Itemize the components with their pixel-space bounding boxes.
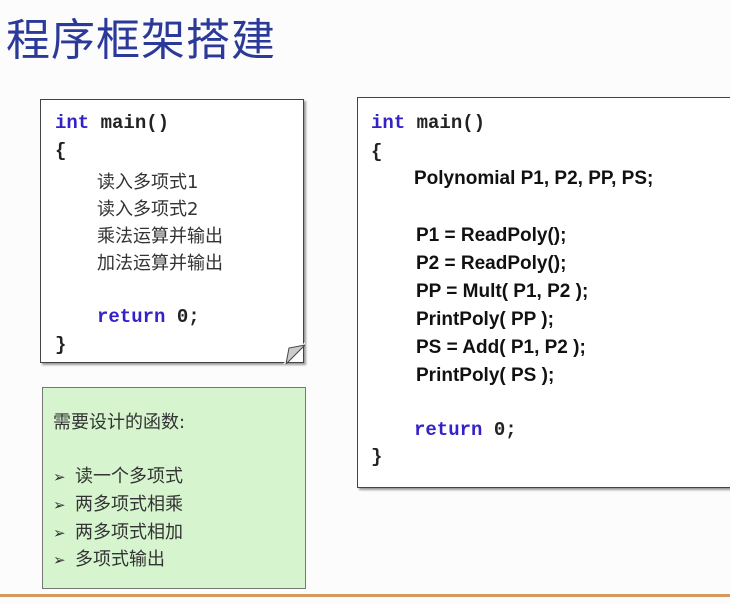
footer-divider	[0, 594, 730, 597]
main-name: main()	[416, 112, 486, 134]
step: 读入多项式1	[97, 172, 199, 193]
main-signature: int main()	[371, 112, 485, 134]
step: 读入多项式2	[97, 199, 199, 220]
statement: P1 = ReadPoly();	[416, 225, 567, 246]
functions-heading: 需要设计的函数:	[53, 412, 186, 433]
step: 加法运算并输出	[97, 253, 223, 274]
list-item-label: 读一个多项式	[75, 466, 183, 487]
page-fold-icon	[283, 342, 305, 364]
statement: PP = Mult( P1, P2 );	[416, 281, 589, 302]
step: 乘法运算并输出	[97, 226, 223, 247]
close-brace: }	[371, 446, 383, 468]
list-item: ➢ 两多项式相加	[53, 518, 183, 544]
return-value: 0;	[176, 306, 200, 328]
statement: PrintPoly( PP );	[416, 309, 554, 330]
arrow-bullet-icon: ➢	[53, 551, 66, 569]
list-item: ➢ 两多项式相乘	[53, 490, 183, 516]
list-item: ➢ 多项式输出	[53, 545, 165, 571]
return-value: 0;	[493, 419, 517, 441]
keyword-int: int	[371, 112, 406, 134]
pseudo-code-box: int main() { 读入多项式1 读入多项式2 乘法运算并输出 加法运算并…	[40, 99, 305, 364]
functions-box: 需要设计的函数: ➢ 读一个多项式 ➢ 两多项式相乘 ➢ 两多项式相加 ➢ 多项式输出	[42, 387, 306, 589]
declaration: Polynomial P1, P2, PP, PS;	[414, 168, 654, 189]
statement: PrintPoly( PS );	[416, 365, 555, 386]
keyword-int: int	[55, 112, 90, 134]
arrow-bullet-icon: ➢	[53, 524, 66, 542]
arrow-bullet-icon: ➢	[53, 496, 66, 514]
list-item-label: 两多项式相乘	[75, 494, 183, 515]
statement: P2 = ReadPoly();	[416, 253, 567, 274]
open-brace: {	[55, 140, 67, 162]
main-name: main()	[100, 112, 170, 134]
main-signature: int main()	[55, 112, 169, 134]
return-statement: return 0;	[97, 306, 200, 328]
keyword-return: return	[97, 306, 166, 328]
list-item-label: 两多项式相加	[75, 522, 183, 543]
statement: PS = Add( P1, P2 );	[416, 337, 586, 358]
return-statement: return 0;	[414, 419, 517, 441]
close-brace: }	[55, 334, 67, 356]
c-code-box: int main() { Polynomial P1, P2, PP, PS; …	[357, 97, 730, 488]
open-brace: {	[371, 141, 383, 163]
list-item-label: 多项式输出	[75, 549, 165, 570]
list-item: ➢ 读一个多项式	[53, 462, 183, 488]
keyword-return: return	[414, 419, 483, 441]
arrow-bullet-icon: ➢	[53, 468, 66, 486]
slide-title: 程序框架搭建	[6, 15, 276, 66]
